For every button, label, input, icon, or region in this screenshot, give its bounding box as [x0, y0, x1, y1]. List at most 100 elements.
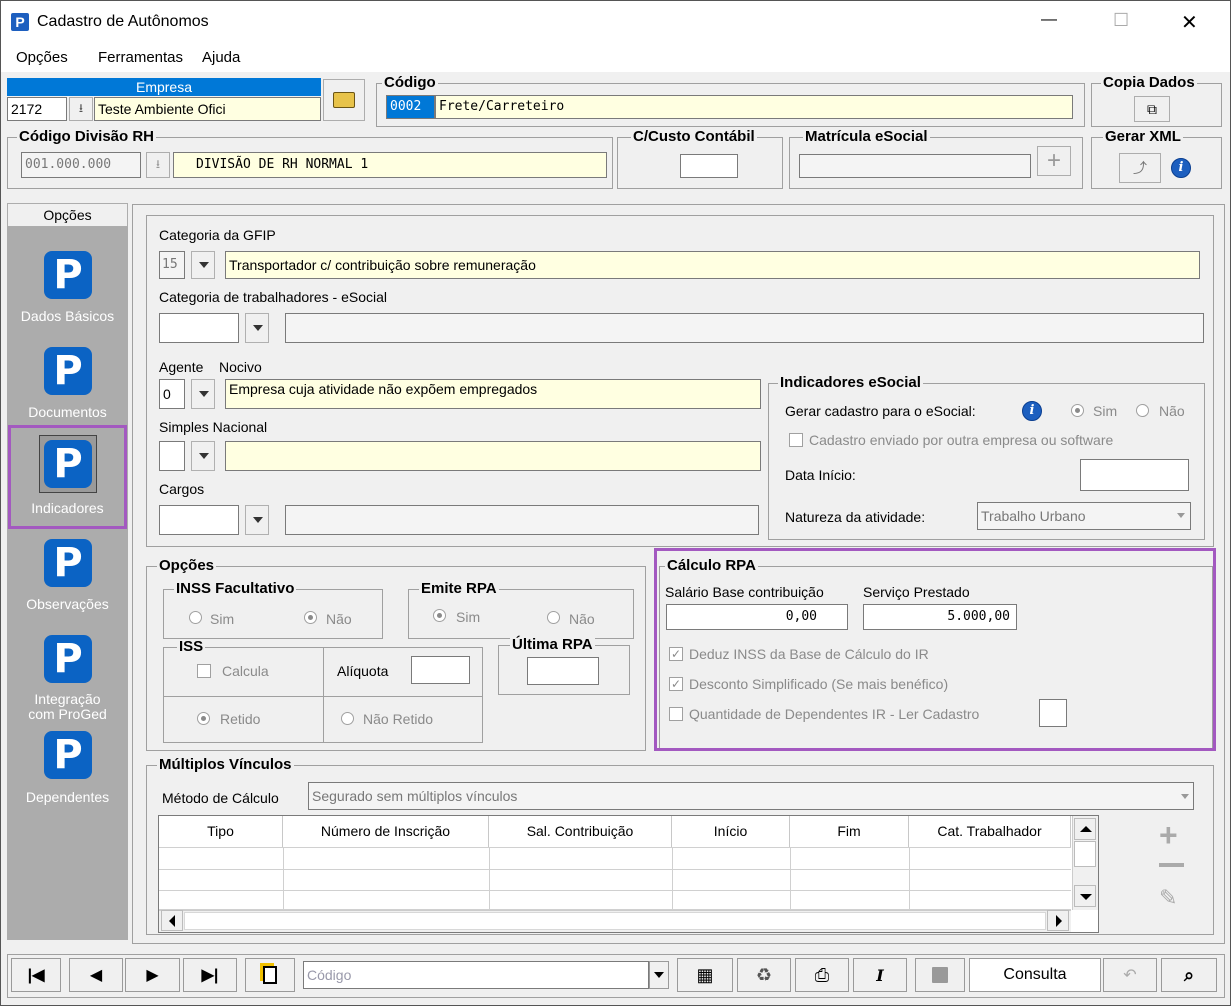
col-cat-trabalhador[interactable]: Cat. Trabalhador: [909, 816, 1071, 847]
prev-record-button[interactable]: ◀: [69, 958, 123, 992]
sidebar-item-indicadores[interactable]: Indicadores: [7, 500, 128, 516]
agente-code-field[interactable]: 0: [159, 379, 185, 409]
dados-basicos-icon[interactable]: [44, 251, 92, 299]
cargos-field[interactable]: [285, 505, 759, 535]
cat-esocial-dropdown-button[interactable]: [245, 313, 269, 343]
info-icon[interactable]: i: [1022, 401, 1042, 421]
iss-calcula-checkbox[interactable]: [197, 664, 211, 678]
inss-nao-radio[interactable]: [304, 611, 317, 624]
maximize-button[interactable]: ☐: [1113, 10, 1129, 31]
delete-button[interactable]: ♻: [737, 958, 791, 992]
new-record-button[interactable]: [245, 958, 295, 992]
copia-dados-button[interactable]: ⧉: [1134, 96, 1170, 122]
scroll-up-button[interactable]: [1074, 818, 1096, 840]
info-icon[interactable]: i: [1171, 158, 1191, 178]
hscroll-thumb[interactable]: [184, 912, 1046, 930]
gfip-code-field[interactable]: 15: [159, 251, 185, 279]
search-input[interactable]: Código: [303, 961, 649, 989]
search-dropdown-button[interactable]: [649, 961, 669, 989]
menu-opcoes[interactable]: Opções: [16, 49, 68, 66]
iss-nao-retido-radio[interactable]: [341, 712, 354, 725]
divisao-name-field[interactable]: DIVISÃO DE RH NORMAL 1: [173, 152, 607, 178]
sidebar-item-documentos[interactable]: Documentos: [7, 404, 128, 420]
calculator-button[interactable]: ▦: [677, 958, 733, 992]
matricula-add-button[interactable]: +: [1037, 146, 1071, 176]
col-sal-contribuicao[interactable]: Sal. Contribuição: [489, 816, 672, 847]
menu-ferramentas[interactable]: Ferramentas: [98, 49, 183, 66]
gfip-dropdown-button[interactable]: [191, 251, 215, 279]
gfip-field[interactable]: Transportador c/ contribuição sobre remu…: [225, 251, 1200, 279]
esocial-nao-radio[interactable]: [1136, 404, 1149, 417]
cat-esocial-field[interactable]: [285, 313, 1204, 343]
sidebar-item-dados-basicos[interactable]: Dados Básicos: [7, 308, 128, 324]
minimize-button[interactable]: —: [1041, 11, 1057, 29]
empresa-name-field[interactable]: Teste Ambiente Ofici: [94, 97, 321, 121]
save-button[interactable]: [915, 958, 965, 992]
print-button[interactable]: ⎙: [795, 958, 849, 992]
close-button[interactable]: ✕: [1181, 10, 1198, 35]
dependentes-checkbox[interactable]: [669, 707, 683, 721]
grid-add-icon[interactable]: +: [1159, 819, 1178, 851]
esocial-sim-radio[interactable]: [1071, 404, 1084, 417]
sidebar-item-dependentes[interactable]: Dependentes: [7, 789, 128, 805]
cat-esocial-code-field[interactable]: [159, 313, 239, 343]
simples-dropdown-button[interactable]: [191, 441, 215, 471]
ultima-rpa-field[interactable]: [527, 657, 599, 685]
divisao-lookup-button[interactable]: ⭳: [146, 152, 170, 178]
open-folder-button[interactable]: [323, 79, 365, 121]
simples-code-field[interactable]: [159, 441, 185, 471]
col-tipo[interactable]: Tipo: [159, 816, 283, 847]
first-record-button[interactable]: |◀: [11, 958, 61, 992]
empresa-lookup-button[interactable]: ⭳: [69, 97, 93, 121]
gerar-xml-button[interactable]: ⤴: [1119, 153, 1161, 183]
scroll-right-button[interactable]: [1047, 910, 1069, 931]
agente-dropdown-button[interactable]: [191, 379, 215, 409]
col-inicio[interactable]: Início: [672, 816, 790, 847]
scroll-left-button[interactable]: [161, 910, 183, 931]
next-record-button[interactable]: ▶: [125, 958, 180, 992]
simples-field[interactable]: [225, 441, 761, 471]
matricula-field[interactable]: [799, 154, 1031, 178]
last-record-button[interactable]: ▶|: [183, 958, 237, 992]
data-inicio-field[interactable]: [1080, 459, 1189, 491]
codigo-code-field[interactable]: 0002: [386, 95, 435, 119]
deduz-checkbox[interactable]: ✓: [669, 647, 683, 661]
cargos-dropdown-button[interactable]: [245, 505, 269, 535]
undo-button[interactable]: ↶: [1103, 958, 1157, 992]
aliquota-field[interactable]: [411, 656, 470, 684]
desconto-checkbox[interactable]: ✓: [669, 677, 683, 691]
salario-field[interactable]: 0,00: [666, 604, 848, 630]
sidebar-item-proged-line2[interactable]: com ProGed: [7, 706, 128, 722]
emite-sim-radio[interactable]: [433, 609, 446, 622]
custo-field[interactable]: [680, 154, 738, 178]
documentos-icon[interactable]: [44, 347, 92, 395]
enviado-checkbox[interactable]: [789, 433, 803, 447]
natureza-select[interactable]: Trabalho Urbano: [977, 502, 1191, 530]
italic-button[interactable]: I: [853, 958, 907, 992]
grid-remove-icon[interactable]: [1159, 863, 1184, 867]
sidebar-item-observacoes[interactable]: Observações: [7, 596, 128, 612]
scroll-thumb[interactable]: [1074, 841, 1096, 867]
scroll-down-button[interactable]: [1074, 885, 1096, 907]
codigo-name-field[interactable]: Frete/Carreteiro: [435, 95, 1073, 119]
grid-edit-icon[interactable]: ✎: [1159, 885, 1177, 911]
inss-sim-radio[interactable]: [189, 611, 202, 624]
iss-retido-radio[interactable]: [197, 712, 210, 725]
menu-ajuda[interactable]: Ajuda: [202, 49, 240, 66]
dependentes-field[interactable]: [1039, 699, 1067, 727]
find-button[interactable]: ⌕: [1161, 958, 1217, 992]
metodo-select[interactable]: Segurado sem múltiplos vínculos: [308, 782, 1194, 810]
cargos-code-field[interactable]: [159, 505, 239, 535]
sidebar-item-proged-line1[interactable]: Integração: [7, 691, 128, 707]
col-inscricao[interactable]: Número de Inscrição: [283, 816, 489, 847]
agente-field[interactable]: Empresa cuja atividade não expõem empreg…: [225, 379, 761, 409]
servico-field[interactable]: 5.000,00: [863, 604, 1017, 630]
empresa-code-field[interactable]: 2172: [7, 97, 67, 121]
observacoes-icon[interactable]: [44, 539, 92, 587]
divisao-code-field[interactable]: 001.000.000: [21, 152, 141, 178]
emite-nao-radio[interactable]: [547, 611, 560, 624]
dependentes-icon[interactable]: [44, 731, 92, 779]
col-fim[interactable]: Fim: [790, 816, 909, 847]
proged-icon[interactable]: [44, 635, 92, 683]
indicadores-icon[interactable]: [44, 440, 92, 488]
